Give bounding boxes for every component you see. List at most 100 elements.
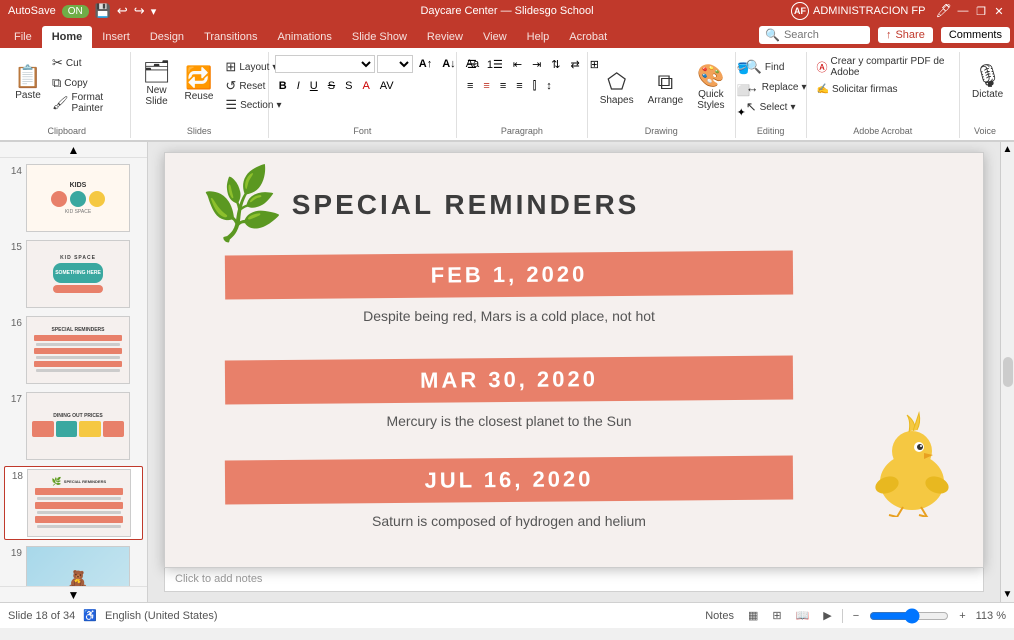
slide-sorter-btn[interactable]: ⊞ [768,608,785,623]
replace-button[interactable]: ↔Replace▾ [742,78,811,96]
close-btn[interactable]: ✕ [992,4,1006,18]
convert-btn[interactable]: ⇄ [567,54,584,74]
section-icon: ☰ [225,97,237,113]
tab-insert[interactable]: Insert [92,26,140,48]
slide-title-area: 🌿 SPECIAL REMINDERS [205,175,639,235]
notes-btn[interactable]: Notes [701,609,738,623]
scroll-right-down-btn[interactable]: ▼ [1003,589,1013,600]
cols-btn[interactable]: ⫿ [529,76,541,96]
scroll-down-btn[interactable]: ▼ [0,586,147,602]
tab-design[interactable]: Design [140,26,194,48]
redo-icon[interactable]: ↪ [134,3,145,19]
tab-review[interactable]: Review [417,26,473,48]
tab-animations[interactable]: Animations [267,26,341,48]
paste-button[interactable]: 📋 Paste [10,55,46,111]
zoom-out-btn[interactable]: − [849,609,863,623]
ribbon: File Home Insert Design Transitions Anim… [0,22,1014,142]
char-spacing-btn[interactable]: AV [376,76,398,96]
scroll-thumb[interactable] [1003,357,1013,387]
tab-acrobat[interactable]: Acrobat [559,26,617,48]
slide-thumb-15[interactable]: 15 KID SPACE SOMETHING HERE [4,238,143,310]
slide-thumb-17[interactable]: 17 DINING OUT PRICES [4,390,143,462]
slide-canvas[interactable]: 🌿 SPECIAL REMINDERS FEB 1, 2020 Despite … [164,152,984,568]
restore-btn[interactable]: ❐ [974,4,988,18]
find-button[interactable]: 🔍Find [742,58,811,76]
font-label: Font [353,124,371,136]
align-center-btn[interactable]: ≡ [479,76,493,96]
new-slide-button[interactable]: 🗂 New Slide [137,56,177,112]
autosave-toggle[interactable]: ON [62,5,89,18]
slide-thumb-14[interactable]: 14 KIDS KID SPACE [4,162,143,234]
cut-icon: ✂ [52,55,63,71]
bold-btn[interactable]: B [275,76,291,96]
dictate-button[interactable]: 🎙 Dictate [966,54,1009,110]
share-button[interactable]: ↑ Share [878,27,933,43]
slide-thumb-16[interactable]: 16 SPECIAL REMINDERS [4,314,143,386]
create-pdf-button[interactable]: ⒶCrear y compartir PDF de Adobe [813,58,953,76]
numbering-btn[interactable]: 1☰ [483,54,507,74]
request-sign-button[interactable]: ✍Solicitar firmas [813,80,953,98]
chick-illustration [867,407,957,517]
increase-indent-btn[interactable]: ⇥ [528,54,545,74]
font-group: A↑ A↓ Aa B I U S S A AV Font [269,52,457,138]
search-box[interactable]: 🔍 [759,26,870,44]
minimize-btn[interactable]: — [956,4,970,18]
slide-thumb-19[interactable]: 19 🧸 TABLES [4,544,143,586]
brush-icon[interactable]: 🖊 [935,3,952,19]
tab-view[interactable]: View [473,26,517,48]
reuse-button[interactable]: 🔁 Reuse [179,56,220,112]
strikethrough-btn[interactable]: S [324,76,339,96]
font-name-select[interactable] [275,55,375,73]
tab-home[interactable]: Home [42,26,93,48]
increase-font-btn[interactable]: A↑ [415,54,436,74]
adobe-group: ⒶCrear y compartir PDF de Adobe ✍Solicit… [807,52,960,138]
slides-panel-container: ▲ 14 KIDS KID SPACE [0,142,148,602]
tab-slideshow[interactable]: Slide Show [342,26,417,48]
decrease-indent-btn[interactable]: ⇤ [509,54,526,74]
select-button[interactable]: ↖Select▾ [742,98,811,116]
line-spacing-btn[interactable]: ↕ [542,76,556,96]
save-icon[interactable]: 💾 [95,3,111,19]
scroll-right-up-btn[interactable]: ▲ [1003,144,1013,155]
cut-button[interactable]: ✂Cut [48,54,124,72]
search-input[interactable] [784,29,864,41]
slide-img-15: KID SPACE SOMETHING HERE [26,240,130,308]
slide-main-title: SPECIAL REMINDERS [292,189,640,221]
zoom-slider[interactable] [869,608,949,624]
customize-icon[interactable]: ▾ [151,5,157,18]
shapes-button[interactable]: ⬠ Shapes [594,60,640,116]
font-size-select[interactable] [377,55,413,73]
comments-button[interactable]: Comments [941,27,1010,43]
slide-num-17: 17 [6,394,22,405]
shadow-btn[interactable]: S [341,76,356,96]
ribbon-content: 📋 Paste ✂Cut ⧉Copy 🖌Format Painter Clipb… [0,48,1014,141]
quick-styles-button[interactable]: 🎨 Quick Styles [691,60,730,116]
slide-num-14: 14 [6,166,22,177]
bullets-btn[interactable]: ☰ [463,54,481,74]
copy-button[interactable]: ⧉Copy [48,74,124,92]
undo-icon[interactable]: ↩ [117,3,128,19]
font-color-btn[interactable]: A [358,76,373,96]
slideshow-btn[interactable]: ▶ [819,608,835,623]
tab-help[interactable]: Help [517,26,560,48]
tab-transitions[interactable]: Transitions [194,26,267,48]
italic-btn[interactable]: I [293,76,304,96]
tab-file[interactable]: File [4,26,42,48]
format-painter-button[interactable]: 🖌Format Painter [48,94,124,112]
arrange-button[interactable]: ⧉ Arrange [642,60,690,116]
align-left-btn[interactable]: ≡ [463,76,477,96]
scroll-up-btn[interactable]: ▲ [0,142,147,158]
text-direction-btn[interactable]: ⇅ [547,54,564,74]
align-right-btn[interactable]: ≡ [496,76,510,96]
normal-view-btn[interactable]: ▦ [744,608,762,623]
underline-btn[interactable]: U [306,76,322,96]
reading-view-btn[interactable]: 📖 [792,608,814,623]
drawing-label: Drawing [645,124,678,136]
desc-text-3: Saturn is composed of hydrogen and heliu… [225,513,793,529]
paragraph-group: ☰ 1☰ ⇤ ⇥ ⇅ ⇄ ⊞ ≡ ≡ ≡ ≡ ⫿ ↕ Paragraph [457,52,588,138]
zoom-in-btn[interactable]: + [955,609,969,623]
language: English (United States) [105,610,218,622]
justify-btn[interactable]: ≡ [512,76,526,96]
notes-area[interactable]: Click to add notes [164,568,984,592]
slide-thumb-18[interactable]: 18 🌿SPECIAL REMINDERS [4,466,143,540]
